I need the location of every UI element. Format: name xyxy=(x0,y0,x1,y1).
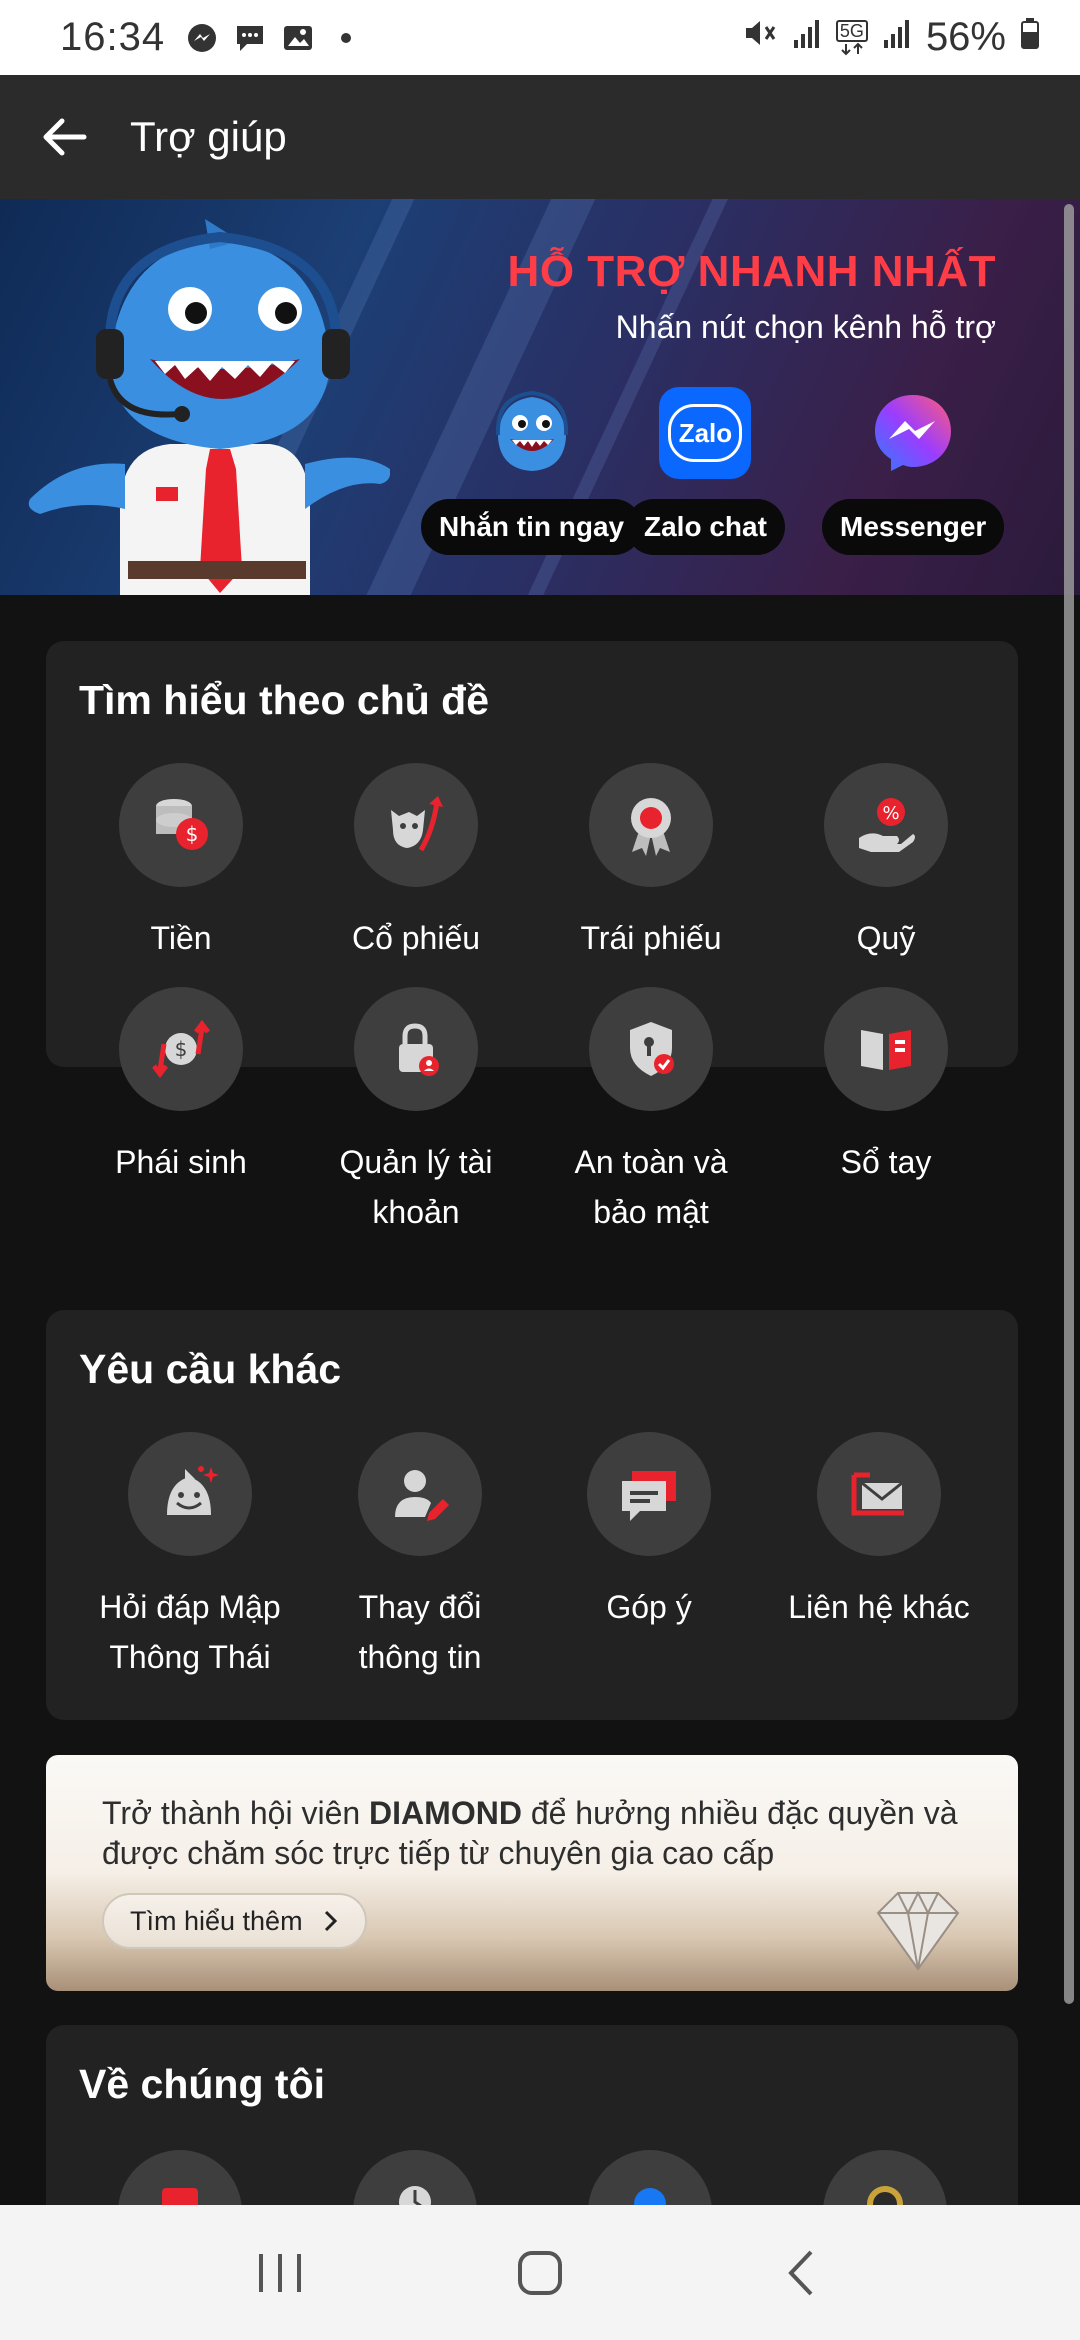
zalo-channel[interactable]: Zalo Zalo chat xyxy=(626,387,785,555)
shark-mascot-illustration xyxy=(28,219,390,595)
topic-derivatives[interactable]: $ Phái sinh xyxy=(66,987,296,1187)
feedback-chat-icon xyxy=(587,1432,711,1556)
topic-security[interactable]: An toàn và bảo mật xyxy=(536,987,766,1237)
promo-text-prefix: Trở thành hội viên xyxy=(102,1795,370,1831)
request-label: Hỏi đáp Mập Thông Thái xyxy=(99,1589,281,1675)
about-us-title: Về chúng tôi xyxy=(79,2061,325,2107)
other-requests-title: Yêu cầu khác xyxy=(79,1346,342,1392)
about-item-icon[interactable] xyxy=(118,2150,242,2205)
page-title: Trợ giúp xyxy=(130,113,287,160)
derivative-dollar-icon: $ xyxy=(119,987,243,1111)
banner-subtitle: Nhấn nút chọn kênh hỗ trợ xyxy=(615,309,996,345)
mail-icon xyxy=(817,1432,941,1556)
chat-now-button[interactable]: Nhắn tin ngay xyxy=(421,499,643,555)
svg-text:$: $ xyxy=(175,1037,188,1061)
zalo-chat-button[interactable]: Zalo chat xyxy=(626,499,785,555)
svg-text:$: $ xyxy=(186,822,199,846)
topic-label: Quỹ xyxy=(856,920,916,956)
app-bar: Trợ giúp xyxy=(0,75,1080,199)
security-shield-icon xyxy=(589,987,713,1111)
topic-funds[interactable]: % Quỹ xyxy=(771,763,1001,963)
home-button[interactable] xyxy=(500,2233,580,2313)
network-5g-icon: 5G xyxy=(835,19,868,56)
gallery-notification-icon xyxy=(281,21,315,55)
scrollbar[interactable] xyxy=(1064,204,1074,2004)
handbook-icon xyxy=(824,987,948,1111)
about-item-icon[interactable] xyxy=(588,2150,712,2205)
messenger-channel[interactable]: Messenger xyxy=(822,387,1005,555)
status-bar: 16:34 5G 56% xyxy=(0,0,1080,75)
chevron-left-icon xyxy=(788,2250,813,2295)
topic-bonds[interactable]: Trái phiếu xyxy=(536,763,766,963)
bull-stock-icon xyxy=(354,763,478,887)
mute-icon xyxy=(742,15,778,60)
chat-now-channel[interactable]: Nhắn tin ngay xyxy=(421,387,643,555)
request-label: Góp ý xyxy=(606,1589,692,1625)
request-change-info[interactable]: Thay đổi thông tin xyxy=(305,1432,535,1682)
arrow-left-icon xyxy=(43,118,87,156)
home-icon xyxy=(518,2250,562,2295)
about-item-icon[interactable] xyxy=(823,2150,947,2205)
promo-text-bold: DIAMOND xyxy=(369,1795,522,1831)
topic-label: An toàn và bảo mật xyxy=(574,1144,728,1230)
zalo-icon: Zalo xyxy=(659,387,752,479)
fund-hand-percent-icon: % xyxy=(824,763,948,887)
chat-notification-icon xyxy=(233,21,267,55)
more-dot-icon xyxy=(329,21,363,55)
messenger-notification-icon xyxy=(185,21,219,55)
topic-stocks[interactable]: Cổ phiếu xyxy=(301,763,531,963)
promo-text: Trở thành hội viên DIAMOND để hưởng nhiề… xyxy=(102,1793,982,1873)
messenger-button[interactable]: Messenger xyxy=(822,499,1005,555)
zalo-icon-text: Zalo xyxy=(668,404,743,462)
topic-label: Tiền xyxy=(150,920,212,956)
topic-label: Cổ phiếu xyxy=(351,920,481,956)
system-back-button[interactable] xyxy=(760,2233,840,2313)
topic-money[interactable]: $ Tiền xyxy=(66,763,296,963)
topics-card: Tìm hiểu theo chủ đề $ Tiền Cổ phiếu Trá… xyxy=(46,641,1018,1230)
request-label: Thay đổi thông tin xyxy=(358,1589,482,1675)
account-lock-icon xyxy=(354,987,478,1111)
topic-account-management[interactable]: Quản lý tài khoản xyxy=(301,987,531,1237)
diamond-icon xyxy=(876,1890,960,1971)
signal-icon xyxy=(792,15,822,60)
topic-label: Sổ tay xyxy=(840,1144,932,1180)
diamond-promo-banner[interactable]: Trở thành hội viên DIAMOND để hưởng nhiề… xyxy=(46,1755,1018,1991)
request-feedback[interactable]: Góp ý xyxy=(534,1432,764,1632)
topics-title: Tìm hiểu theo chủ đề xyxy=(79,677,490,723)
learn-more-button[interactable]: Tìm hiểu thêm xyxy=(102,1893,367,1949)
request-label: Liên hệ khác xyxy=(788,1589,970,1625)
battery-percent: 56% xyxy=(925,15,1006,59)
battery-icon xyxy=(1020,15,1040,60)
topic-handbook[interactable]: Sổ tay xyxy=(771,987,1001,1187)
learn-more-label: Tìm hiểu thêm xyxy=(130,1905,303,1936)
shark-ai-icon xyxy=(128,1432,252,1556)
bond-medal-icon xyxy=(589,763,713,887)
chevron-right-icon xyxy=(324,1910,337,1932)
svg-text:%: % xyxy=(882,803,899,824)
topic-label: Phái sinh xyxy=(115,1144,247,1180)
network-label: 5G xyxy=(835,19,868,42)
back-button[interactable] xyxy=(36,109,92,165)
money-coins-icon: $ xyxy=(119,763,243,887)
recent-apps-button[interactable] xyxy=(240,2233,320,2313)
system-navigation-bar xyxy=(0,2205,1080,2340)
request-shark-ai[interactable]: Hỏi đáp Mập Thông Thái xyxy=(75,1432,305,1682)
signal-icon-2 xyxy=(882,15,912,60)
status-time: 16:34 xyxy=(60,15,166,59)
topic-label: Quản lý tài khoản xyxy=(339,1144,493,1230)
banner-title: HỖ TRỢ NHANH NHẤT xyxy=(507,247,996,296)
request-other-contact[interactable]: Liên hệ khác xyxy=(764,1432,994,1632)
shark-mascot-icon xyxy=(486,387,578,479)
other-requests-card: Yêu cầu khác Hỏi đáp Mập Thông Thái Thay… xyxy=(46,1310,1018,1720)
about-us-card: Về chúng tôi xyxy=(46,2025,1018,2205)
messenger-icon xyxy=(867,387,959,479)
support-banner: HỖ TRỢ NHANH NHẤT Nhấn nút chọn kênh hỗ … xyxy=(0,199,1080,595)
recent-apps-icon xyxy=(259,2253,301,2292)
about-item-icon[interactable] xyxy=(353,2150,477,2205)
topic-label: Trái phiếu xyxy=(580,920,722,956)
edit-user-icon xyxy=(358,1432,482,1556)
help-content[interactable]: HỖ TRỢ NHANH NHẤT Nhấn nút chọn kênh hỗ … xyxy=(0,199,1080,2205)
